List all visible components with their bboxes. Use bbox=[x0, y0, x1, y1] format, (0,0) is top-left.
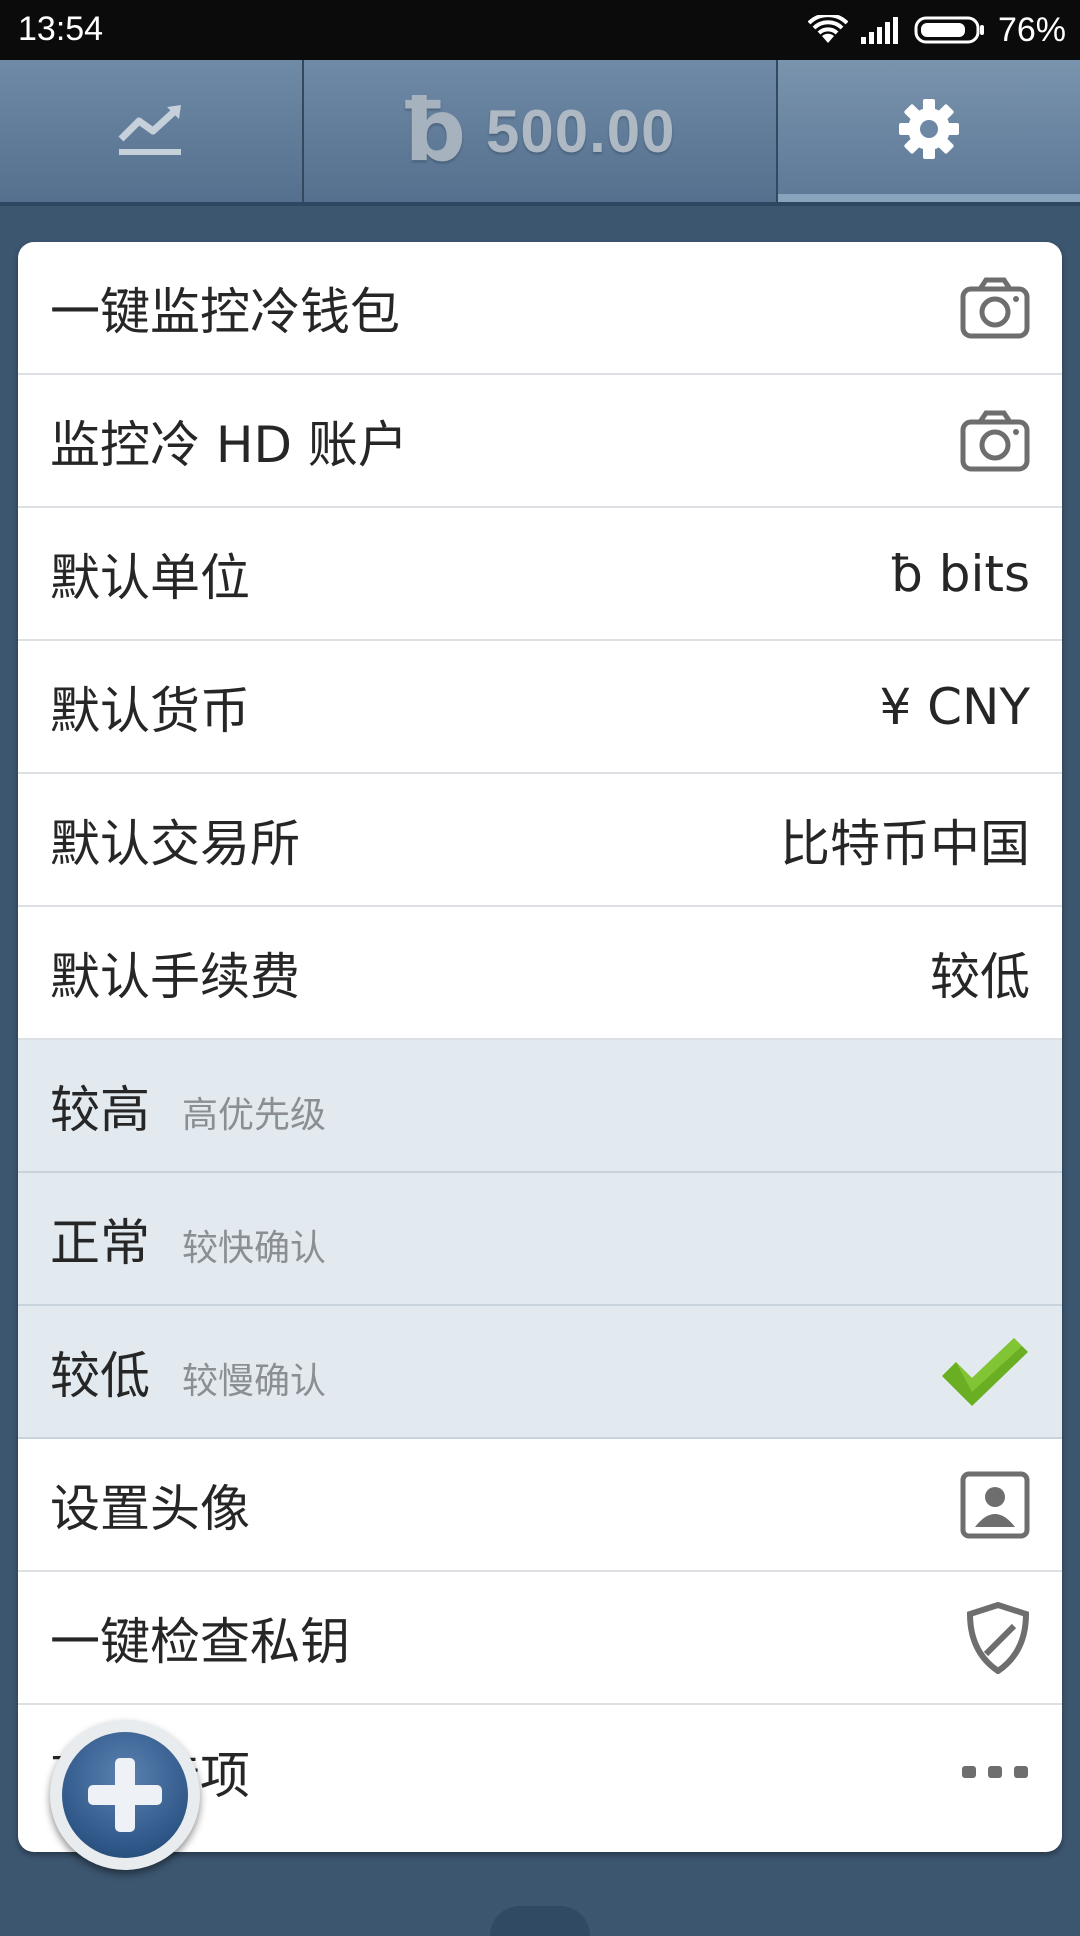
fee-option-desc: 较慢确认 bbox=[182, 1360, 327, 1402]
top-tab-bar: ƀ 500.00 bbox=[0, 60, 1080, 206]
settings-tab[interactable] bbox=[778, 60, 1080, 202]
default-exchange-row[interactable]: 默认交易所 比特币中国 bbox=[18, 774, 1062, 907]
fee-option-label: 正常 bbox=[50, 1213, 150, 1272]
row-label: 监控冷 HD 账户 bbox=[50, 415, 408, 474]
camera-icon bbox=[960, 410, 1030, 472]
set-avatar-row[interactable]: 设置头像 bbox=[18, 1439, 1062, 1572]
default-fee-value: 较低 bbox=[930, 947, 1030, 1006]
default-currency-value: ¥ CNY bbox=[879, 677, 1030, 736]
fee-option-high[interactable]: 较高 高优先级 bbox=[18, 1040, 1062, 1173]
fee-option-label: 较高 bbox=[50, 1080, 150, 1139]
status-time: 13:54 bbox=[18, 10, 104, 48]
battery-icon bbox=[914, 15, 986, 45]
gear-icon bbox=[895, 95, 963, 167]
settings-list: 一键监控冷钱包 监控冷 HD 账户 默认单位 ƀ bits 默认货币 ¥ CNY… bbox=[18, 242, 1062, 1852]
battery-percent: 76% bbox=[997, 10, 1066, 49]
default-unit-row[interactable]: 默认单位 ƀ bits bbox=[18, 508, 1062, 641]
camera-icon bbox=[960, 277, 1030, 339]
row-label: 默认货币 bbox=[50, 681, 250, 740]
add-fab-button[interactable] bbox=[50, 1720, 200, 1870]
balance-amount: 500.00 bbox=[486, 97, 676, 165]
cell-signal-icon bbox=[860, 15, 902, 45]
row-label: 设置头像 bbox=[50, 1479, 250, 1538]
status-bar: 13:54 76% bbox=[0, 0, 1080, 60]
more-dots-icon bbox=[960, 1762, 1030, 1782]
fee-option-low[interactable]: 较低 较慢确认 bbox=[18, 1306, 1062, 1439]
balance-tab[interactable]: ƀ 500.00 bbox=[304, 60, 776, 202]
status-icons: 76% bbox=[807, 8, 1066, 52]
fee-option-label: 较低 bbox=[50, 1346, 150, 1405]
fee-option-desc: 高优先级 bbox=[182, 1094, 327, 1136]
monitor-cold-wallet-row[interactable]: 一键监控冷钱包 bbox=[18, 242, 1062, 375]
default-unit-value: ƀ bits bbox=[891, 544, 1030, 603]
monitor-cold-hd-account-row[interactable]: 监控冷 HD 账户 bbox=[18, 375, 1062, 508]
bits-currency-icon: ƀ bbox=[404, 81, 467, 181]
row-label: 一键检查私钥 bbox=[50, 1612, 350, 1671]
fee-option-normal[interactable]: 正常 较快确认 bbox=[18, 1173, 1062, 1306]
wifi-icon bbox=[807, 15, 848, 45]
row-label: 一键监控冷钱包 bbox=[50, 282, 400, 341]
checkmark-icon bbox=[938, 1336, 1030, 1408]
default-currency-row[interactable]: 默认货币 ¥ CNY bbox=[18, 641, 1062, 774]
chart-tab[interactable] bbox=[0, 60, 302, 202]
bottom-handle bbox=[490, 1906, 590, 1936]
trend-chart-icon bbox=[115, 99, 187, 163]
row-label: 默认手续费 bbox=[50, 947, 300, 1006]
active-tab-indicator bbox=[778, 194, 1080, 202]
plus-icon bbox=[62, 1732, 188, 1858]
row-label: 默认交易所 bbox=[50, 814, 300, 873]
row-label: 较低 较慢确认 bbox=[50, 1336, 326, 1408]
default-exchange-value: 比特币中国 bbox=[780, 814, 1030, 873]
row-label: 默认单位 bbox=[50, 548, 250, 607]
check-private-key-row[interactable]: 一键检查私钥 bbox=[18, 1572, 1062, 1705]
row-label: 较高 高优先级 bbox=[50, 1070, 326, 1142]
default-fee-row[interactable]: 默认手续费 较低 bbox=[18, 907, 1062, 1040]
shield-icon bbox=[966, 1601, 1030, 1674]
fee-option-desc: 较快确认 bbox=[182, 1227, 327, 1269]
row-label: 正常 较快确认 bbox=[50, 1203, 326, 1275]
avatar-icon bbox=[960, 1471, 1030, 1539]
